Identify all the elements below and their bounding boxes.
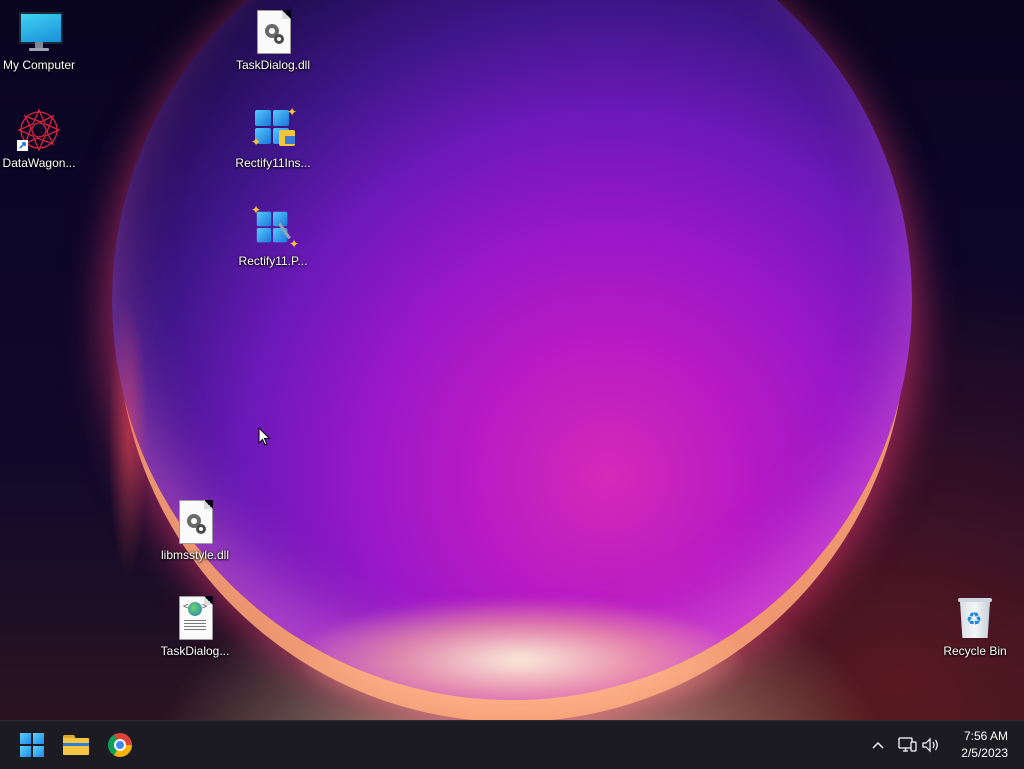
chrome-icon [108, 733, 132, 757]
desktop-icon-taskdialog-dll[interactable]: TaskDialog.dll [234, 8, 312, 72]
taskbar-chrome[interactable] [100, 725, 140, 765]
desktop-wallpaper [0, 0, 1024, 720]
desktop-icon-label: Recycle Bin [943, 644, 1007, 658]
desktop-icon-label: TaskDialog.dll [235, 58, 311, 72]
wallpaper-glow [300, 600, 740, 720]
recycle-bin-icon: ♻ [951, 594, 999, 642]
volume-icon [922, 737, 938, 753]
taskbar: 7:56 AM 2/5/2023 [0, 720, 1024, 769]
desktop-icon-label: My Computer [2, 58, 76, 72]
start-icon [20, 733, 44, 757]
dll-file-icon [249, 8, 297, 56]
taskbar-clock[interactable]: 7:56 AM 2/5/2023 [961, 728, 1008, 762]
rectify11-patcher-icon: ✦ ✦ [251, 203, 300, 251]
desktop-icon-rectify11-installer[interactable]: ✦ ✦ Rectify11Ins... [234, 106, 312, 170]
mouse-cursor-icon [258, 426, 272, 452]
desktop-icon-rectify11-patcher[interactable]: ✦ ✦ Rectify11.P... [234, 204, 312, 268]
rectify11-installer-icon: ✦ ✦ [251, 105, 298, 149]
network-tray-button[interactable] [896, 721, 918, 769]
desktop-icon-label: TaskDialog... [160, 644, 230, 658]
taskbar-file-explorer[interactable] [56, 725, 96, 765]
desktop-icon-label: Rectify11Ins... [235, 156, 311, 170]
file-explorer-icon [63, 735, 89, 755]
html-file-icon: < > [171, 594, 219, 642]
dll-file-icon [171, 498, 219, 546]
volume-tray-button[interactable] [920, 721, 942, 769]
desktop-icon-taskdialog-html[interactable]: < > TaskDialog... [156, 594, 234, 658]
clock-time: 7:56 AM [963, 729, 1008, 743]
desktop-icon-label: Rectify11.P... [238, 254, 308, 268]
monitor-icon [15, 8, 63, 56]
desktop-icon-datawagon[interactable]: DataWagon... [0, 106, 78, 170]
show-hidden-icons-button[interactable] [868, 721, 888, 769]
start-button[interactable] [12, 725, 52, 765]
desktop-icon-libmsstyle-dll[interactable]: libmsstyle.dll [156, 498, 234, 562]
datawagon-shortcut-icon [15, 106, 63, 154]
desktop-icon-recycle-bin[interactable]: ♻ Recycle Bin [936, 594, 1014, 658]
wallpaper-rim [108, 300, 148, 580]
clock-date: 2/5/2023 [961, 746, 1008, 760]
desktop-icon-label: libmsstyle.dll [160, 548, 229, 562]
desktop-icon-label: DataWagon... [2, 156, 76, 170]
desktop-icon-my-computer[interactable]: My Computer [0, 8, 78, 72]
network-icon [898, 737, 917, 752]
chevron-up-icon [872, 742, 884, 749]
